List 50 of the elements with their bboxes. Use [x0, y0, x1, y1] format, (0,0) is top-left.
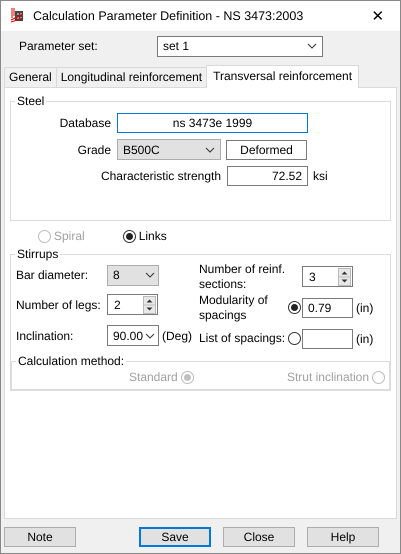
field-label: Inclination:	[16, 328, 74, 342]
chevron-down-icon	[205, 146, 215, 152]
radio-button[interactable]	[122, 230, 136, 242]
dialog-button[interactable]: Help	[307, 527, 379, 547]
dialog-button[interactable]: Close	[223, 527, 295, 547]
window-title: Calculation Parameter Definition - NS 3473:2003	[33, 9, 304, 23]
field-label: Grade	[76, 142, 112, 156]
sections-spinner[interactable]: 3	[302, 266, 353, 287]
spacing-field[interactable]	[302, 328, 353, 348]
parameter-set-dropdown[interactable]: set 1	[157, 36, 323, 56]
unit-label: (in)	[356, 300, 374, 314]
close-button[interactable]: ✕	[356, 7, 400, 25]
bar-diameter-dropdown[interactable]: 8	[107, 264, 159, 286]
app-icon	[10, 8, 26, 24]
dialog-button[interactable]: Note	[4, 527, 76, 547]
bar-type-field: Deformed	[226, 140, 307, 160]
radio-button[interactable]	[288, 332, 301, 345]
strength-field[interactable]: 72.52	[227, 166, 308, 186]
legs-spinner[interactable]: 2	[107, 294, 158, 315]
field-label: Bar diameter:	[16, 268, 90, 282]
spacing-field[interactable]: 0.79	[302, 298, 353, 318]
tab[interactable]: General	[4, 67, 57, 87]
spin-buttons-icon[interactable]	[143, 296, 156, 314]
grade-dropdown[interactable]: B500C	[117, 139, 221, 160]
unit-label: (Deg)	[162, 328, 192, 342]
radio-label: Standard	[129, 370, 178, 384]
inclination-dropdown[interactable]: 90.00	[107, 325, 159, 346]
field-label: Number of legs:	[16, 298, 102, 312]
spin-buttons-icon[interactable]	[338, 268, 351, 286]
tab[interactable]: Transversal reinforcement	[206, 65, 360, 88]
field-label: Database	[58, 116, 112, 130]
database-field[interactable]: ns 3473e 1999	[117, 113, 308, 133]
unit-label: ksi	[313, 169, 328, 183]
radio-label: List of spacings:	[199, 331, 286, 346]
radio-button[interactable]	[288, 301, 301, 314]
group-title: Steel	[16, 94, 46, 108]
group-title: Calculation method:	[17, 354, 126, 368]
dialog-button[interactable]: Save	[139, 527, 211, 547]
chevron-down-icon	[307, 43, 317, 49]
unit-label: (in)	[356, 332, 374, 346]
radio-label: Modularity of spacings	[199, 293, 269, 322]
chevron-down-icon	[145, 272, 155, 278]
field-label: Parameter set:	[18, 39, 99, 53]
radio-label: Links	[138, 229, 167, 243]
radio-label: Strut inclination	[286, 370, 369, 384]
group-title: Stirrups	[16, 247, 60, 261]
field-label: Characteristic strength	[100, 169, 222, 183]
radio-label: Spiral	[54, 229, 85, 243]
chevron-down-icon	[145, 332, 155, 338]
field-label: Number of reinf. sections:	[199, 262, 286, 291]
